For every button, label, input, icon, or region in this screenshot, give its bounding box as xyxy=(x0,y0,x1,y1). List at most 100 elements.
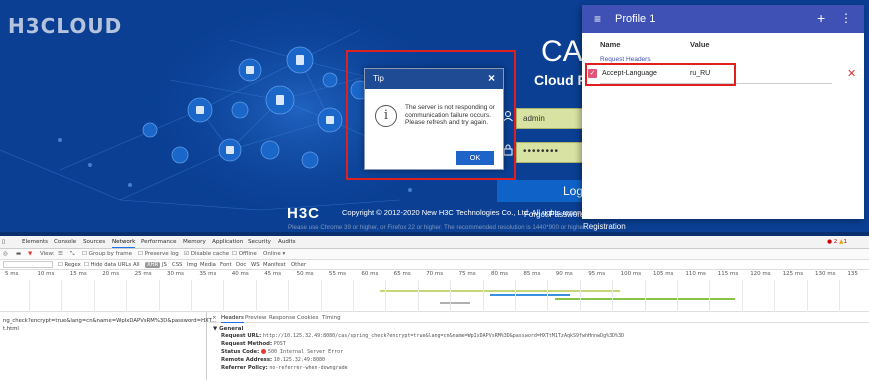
timeline-gridline xyxy=(839,280,840,312)
screen: H3CLOUD CA Cloud P admin •••••••• Log H3… xyxy=(0,0,869,381)
tab-network[interactable]: Network xyxy=(112,239,136,248)
warning-count: 1 xyxy=(843,239,847,245)
filter-type-font[interactable]: Font xyxy=(220,262,232,268)
ok-button[interactable]: OK xyxy=(456,151,494,165)
filter-bar: ☐ Regex ☐ Hide data URLs All XHR JS CSS … xyxy=(0,260,869,270)
timeline-gridline xyxy=(93,280,95,312)
column-value-header: Value xyxy=(690,40,710,49)
tab-performance[interactable]: Performance xyxy=(141,239,176,245)
devtools-panel: ▯ Elements Console Sources Network Perfo… xyxy=(0,236,869,381)
timeline-tick-label: 20 ms xyxy=(102,271,120,277)
timeline-tick-label: 130 ms xyxy=(815,271,836,277)
filter-type-xhr[interactable]: XHR xyxy=(145,262,161,268)
remote-address-value: 10.125.32.49:8080 xyxy=(273,357,325,363)
add-icon[interactable]: + xyxy=(817,10,825,26)
tab-sources[interactable]: Sources xyxy=(83,239,105,245)
dialog-header: Tip × xyxy=(365,69,503,89)
network-details-area: ng_check?encrypt=true&lang=cn&name=WpIxD… xyxy=(0,312,869,380)
timeline-tick-label: 40 ms xyxy=(231,271,249,277)
timeline-gridline xyxy=(191,280,192,312)
dock-icon[interactable]: ▯ xyxy=(2,239,5,245)
timeline-gridline xyxy=(320,280,322,312)
timeline-gridline xyxy=(709,280,711,312)
registration-link[interactable]: Registration xyxy=(583,222,626,231)
overview-icon[interactable]: ⤡ xyxy=(70,251,74,258)
remote-address-row: Remote Address: 10.125.32.49:8080 xyxy=(221,357,325,363)
timeline-tick-label: 105 ms xyxy=(653,271,674,277)
error-count-badge[interactable]: ● 2 ▲1 xyxy=(827,239,847,245)
waterfall-bar xyxy=(490,294,570,296)
offline-label: Offline xyxy=(238,251,257,257)
tab-timing[interactable]: Timing xyxy=(322,315,341,321)
timeline-tick-label: 85 ms xyxy=(523,271,541,277)
timeline-tick-label: 75 ms xyxy=(458,271,476,277)
preserve-log-checkbox[interactable]: ☐ Preserve log xyxy=(138,251,179,257)
close-icon[interactable]: × xyxy=(488,71,495,85)
forgot-password-link[interactable]: Forgot Password xyxy=(524,210,584,219)
throttling-value: Online xyxy=(263,251,281,257)
timeline-gridline xyxy=(223,280,225,312)
login-button[interactable]: Log xyxy=(497,180,587,202)
request-row[interactable]: ng_check?encrypt=true&lang=cn&name=WpIxD… xyxy=(3,318,216,324)
tab-elements[interactable]: Elements xyxy=(22,239,48,245)
timeline-tick-label: 65 ms xyxy=(393,271,411,277)
request-detail-tabs: × Headers Preview Response Cookies Timin… xyxy=(209,312,869,323)
brand-logo: H3CLOUD xyxy=(8,14,123,38)
request-row[interactable]: t.html xyxy=(3,326,19,332)
tab-preview[interactable]: Preview xyxy=(245,315,266,321)
filter-icon[interactable]: ▼ xyxy=(28,251,32,257)
timeline-tick-label: 55 ms xyxy=(329,271,346,277)
close-detail-icon[interactable]: × xyxy=(212,315,217,321)
record-icon[interactable]: ◎ xyxy=(3,251,8,257)
tab-application[interactable]: Application xyxy=(212,239,243,245)
regex-checkbox[interactable]: ☐ Regex xyxy=(58,262,81,268)
tab-memory[interactable]: Memory xyxy=(183,239,206,245)
menu-icon[interactable]: ≡ xyxy=(594,12,601,26)
large-rows-icon[interactable]: ☰ xyxy=(58,251,63,257)
filter-type-manifest[interactable]: Manifest xyxy=(263,262,286,268)
timeline-gridline xyxy=(385,280,387,312)
offline-checkbox[interactable]: ☐ Offline xyxy=(232,251,257,257)
filter-type-ws[interactable]: WS xyxy=(251,262,260,268)
filter-type-js[interactable]: JS xyxy=(162,262,167,268)
request-headers-label: Request Headers xyxy=(600,56,651,63)
filter-type-css[interactable]: CSS xyxy=(172,262,182,268)
hide-data-urls-checkbox[interactable]: ☐ Hide data URLs xyxy=(84,262,131,268)
request-method-key: Request Method: xyxy=(221,341,273,347)
filter-type-media[interactable]: Media xyxy=(200,262,216,268)
more-icon[interactable]: ⋮ xyxy=(840,11,852,25)
tab-headers[interactable]: Headers xyxy=(221,315,244,323)
tab-cookies[interactable]: Cookies xyxy=(297,315,319,321)
tab-security[interactable]: Security xyxy=(248,239,271,245)
timeline-gridline xyxy=(158,280,160,312)
remote-address-key: Remote Address: xyxy=(221,357,273,363)
profile-header: ≡ Profile 1 + ⋮ xyxy=(582,5,864,33)
filter-type-all[interactable]: All xyxy=(133,262,140,268)
timeline-gridline xyxy=(579,280,581,312)
waterfall-bar xyxy=(380,290,620,292)
filter-type-doc[interactable]: Doc xyxy=(236,262,246,268)
group-by-frame-checkbox[interactable]: ☐ Group by frame xyxy=(82,251,132,257)
tab-audits[interactable]: Audits xyxy=(278,239,296,245)
general-section-toggle[interactable]: ▼ General xyxy=(213,326,243,332)
timeline-gridline xyxy=(644,280,646,312)
filter-type-img[interactable]: Img xyxy=(187,262,197,268)
tab-response[interactable]: Response xyxy=(269,315,295,321)
delete-icon[interactable]: ✕ xyxy=(847,67,856,80)
status-code-row: Status Code: 500 Internal Server Error xyxy=(221,349,343,355)
timeline-tick-label: 120 ms xyxy=(750,271,771,277)
timeline-tick-label: 30 ms xyxy=(167,271,184,277)
clear-icon[interactable]: ▬ xyxy=(16,251,21,257)
filter-input[interactable] xyxy=(3,261,53,268)
view-label: View: xyxy=(40,251,55,257)
network-overview[interactable]: 5 ms 10 ms 15 ms 20 ms 25 ms 30 ms 35 ms 40 ms 4… xyxy=(0,270,869,312)
status-code-value: 500 Internal Server Error xyxy=(267,349,344,355)
throttling-select[interactable]: Online ▾ xyxy=(263,251,285,257)
timeline-gridline xyxy=(741,280,743,312)
referrer-policy-key: Referrer Policy: xyxy=(221,365,268,371)
tab-console[interactable]: Console xyxy=(54,239,76,245)
timeline-gridline xyxy=(61,280,63,312)
filter-type-other[interactable]: Other xyxy=(291,262,306,268)
disable-cache-checkbox[interactable]: ☑ Disable cache xyxy=(184,251,229,257)
timeline-gridline xyxy=(126,280,128,312)
